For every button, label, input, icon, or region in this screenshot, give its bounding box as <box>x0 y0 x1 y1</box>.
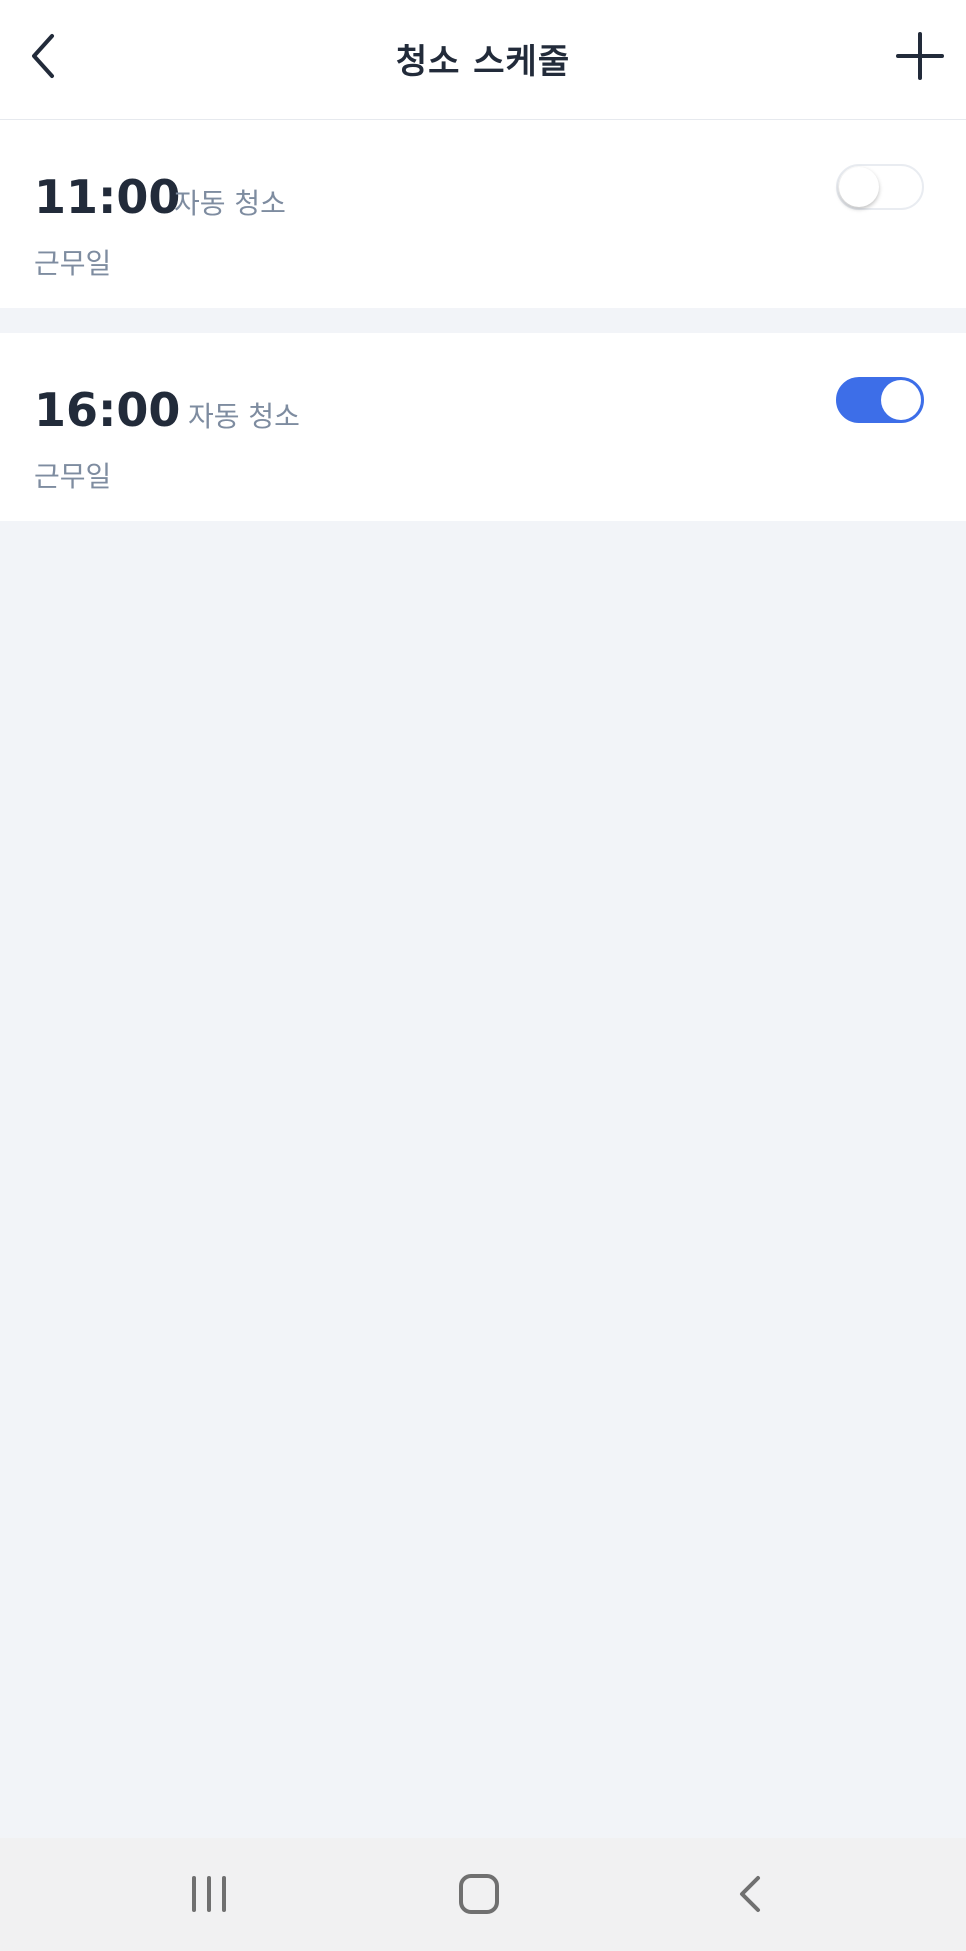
back-icon <box>740 1876 760 1912</box>
schedule-time: 16:00 <box>34 383 181 437</box>
toggle-knob <box>881 380 921 420</box>
home-icon <box>459 1874 499 1914</box>
schedule-mode: 자동 청소 <box>188 400 300 433</box>
schedule-toggle[interactable] <box>836 164 924 210</box>
schedule-item[interactable]: 11:00 자동 청소 근무일 <box>0 120 966 308</box>
plus-icon <box>896 32 944 80</box>
schedule-time: 11:00 <box>34 170 181 224</box>
system-navigation-bar <box>0 1838 966 1951</box>
page-title: 청소 스케줄 <box>395 42 571 82</box>
schedule-days: 근무일 <box>34 460 112 493</box>
schedule-mode: 자동 청소 <box>174 187 286 220</box>
add-schedule-button[interactable] <box>896 32 944 80</box>
schedule-toggle[interactable] <box>836 377 924 423</box>
recent-apps-icon <box>192 1876 226 1912</box>
schedule-days: 근무일 <box>34 247 112 280</box>
app-header: 청소 스케줄 <box>0 0 966 120</box>
toggle-knob <box>839 167 879 207</box>
recent-apps-button[interactable] <box>179 1864 239 1924</box>
home-button[interactable] <box>449 1864 509 1924</box>
schedule-item[interactable]: 16:00 자동 청소 근무일 <box>0 333 966 521</box>
system-back-button[interactable] <box>720 1864 780 1924</box>
